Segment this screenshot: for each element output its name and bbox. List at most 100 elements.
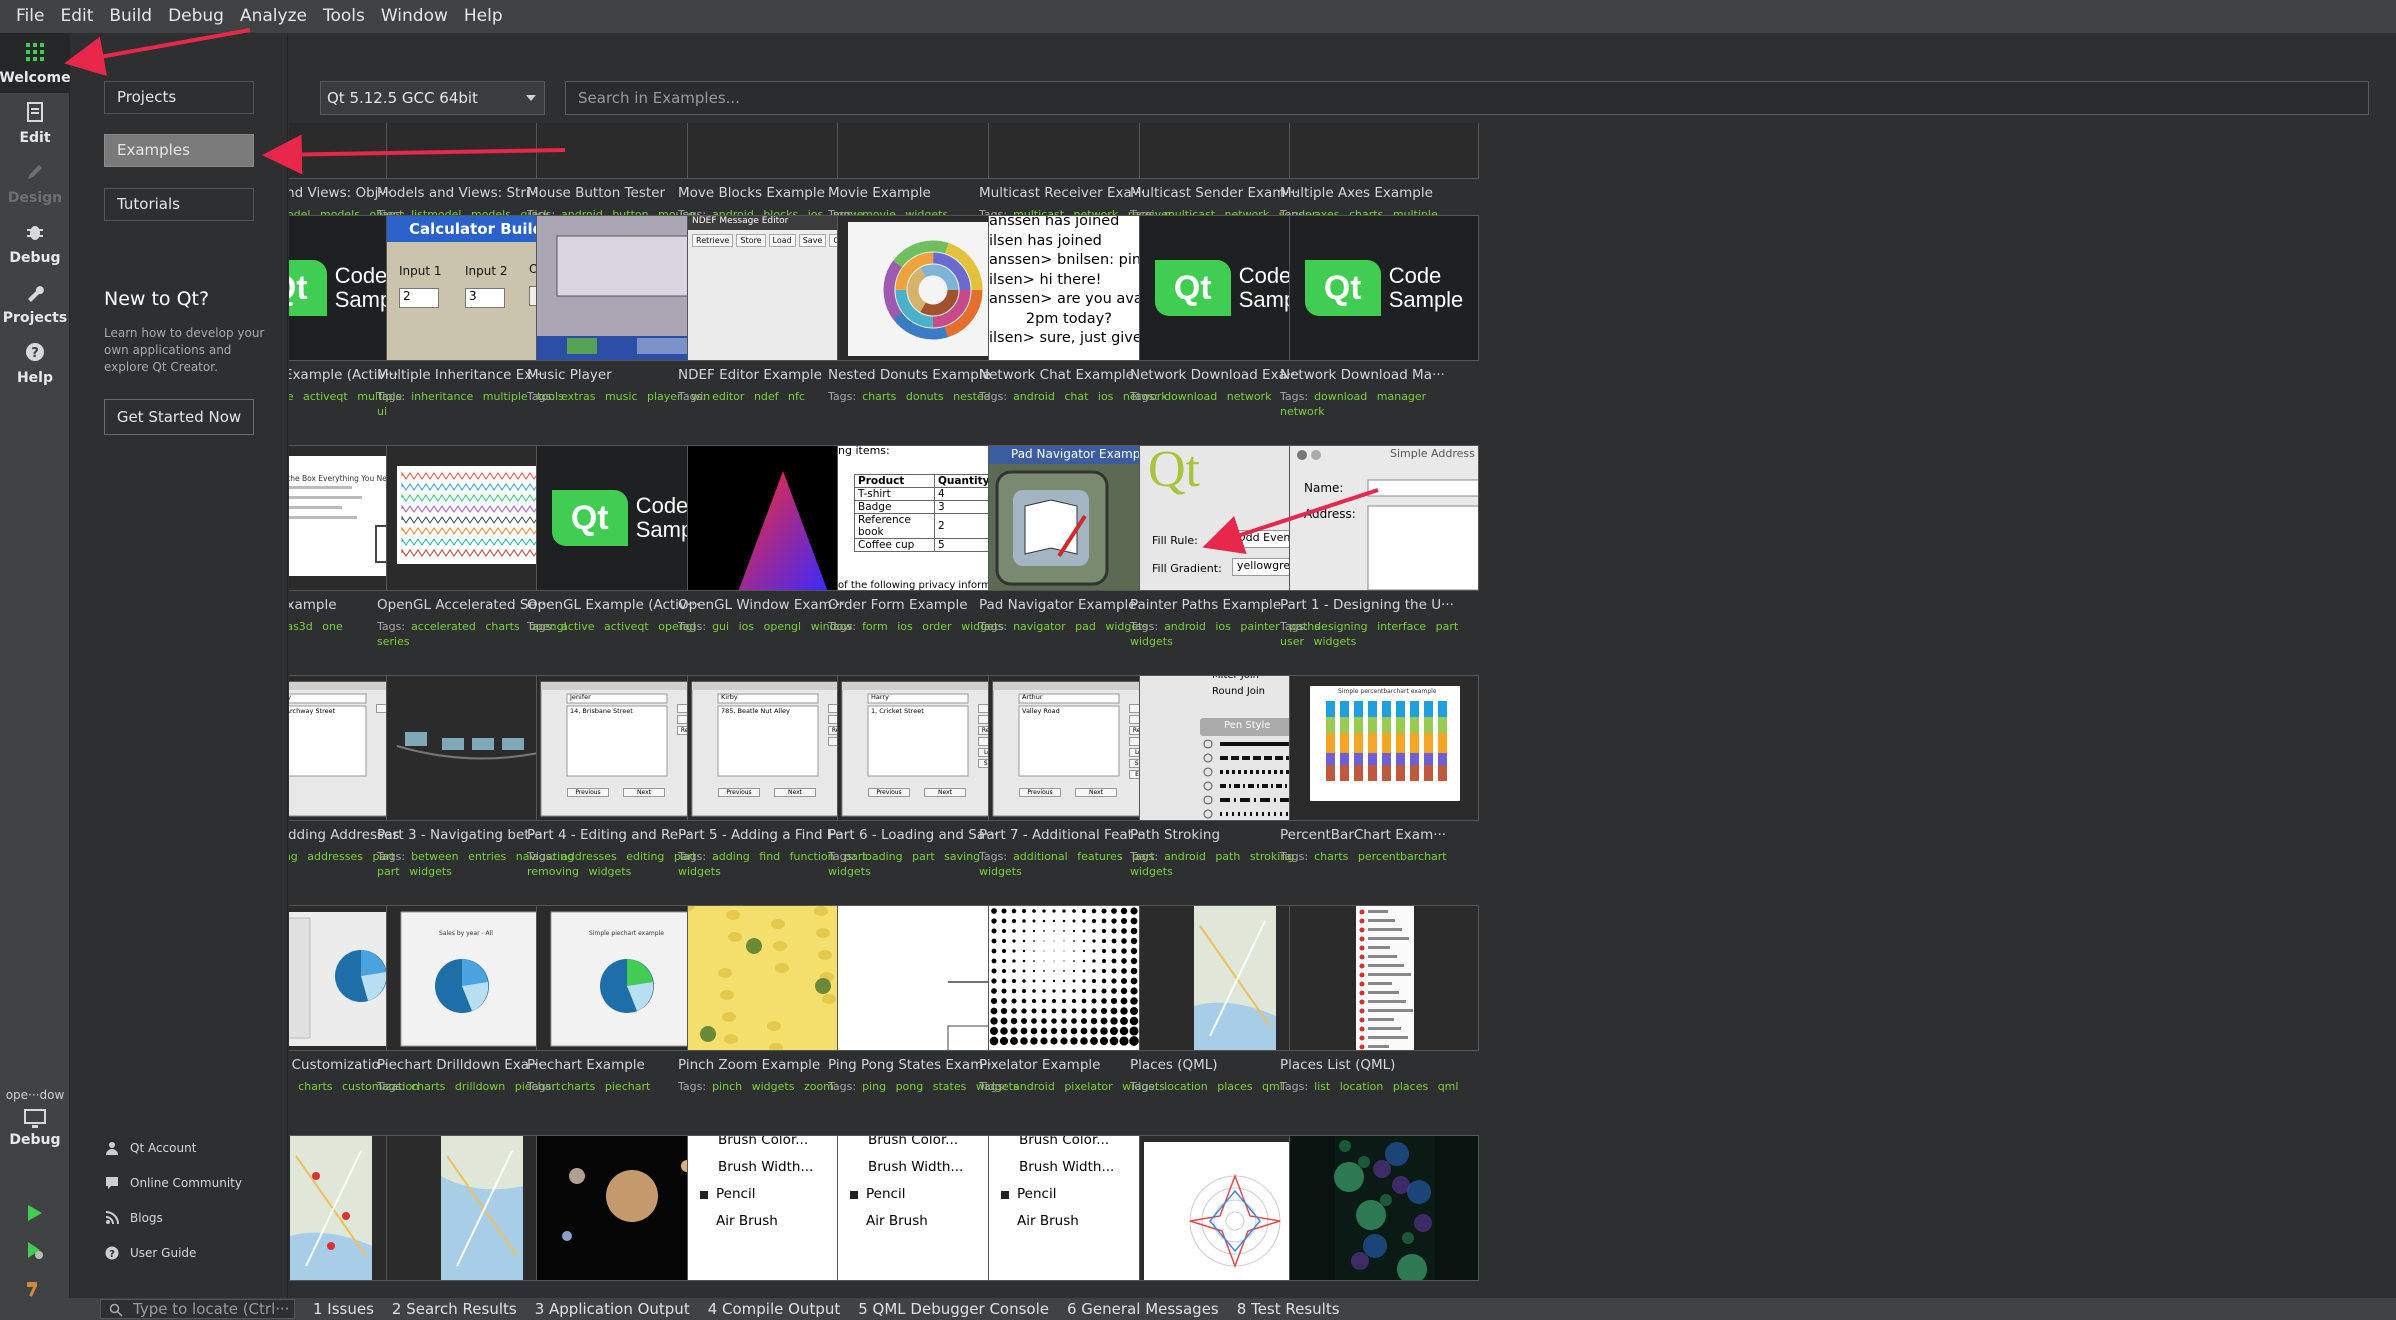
tag-link[interactable]: download [1314,390,1367,403]
tag-link[interactable]: adding [712,850,750,863]
menu-tools[interactable]: Tools [315,0,373,33]
tag-link[interactable]: interface [1377,620,1426,633]
menu-file[interactable]: File [8,0,52,33]
example-tile[interactable]: Places List (QML) Tags: list location plac… [1280,905,1500,1135]
tag-link[interactable]: places [1393,1080,1428,1093]
tag-link[interactable]: pixelator [1064,1080,1112,1093]
menu-edit[interactable]: Edit [52,0,101,33]
tutorials-button[interactable]: Tutorials [104,188,254,221]
tag-link[interactable]: loading [862,850,903,863]
tag-link[interactable]: entries [468,850,506,863]
build-hammer-icon[interactable] [24,1278,46,1300]
tag-link[interactable]: part [912,850,935,863]
tag-link[interactable]: one [322,620,342,633]
tag-link[interactable]: part [377,865,400,878]
tag-link[interactable]: chat [1064,390,1088,403]
tag-link[interactable]: opengl [764,620,802,633]
tag-link[interactable]: charts [1314,850,1348,863]
projects-button[interactable]: Projects [104,81,254,114]
example-title[interactable]: Places List (QML) [1280,1057,1480,1073]
tag-link[interactable]: drilldown [455,1080,505,1093]
tag-link[interactable]: path [1215,850,1240,863]
tag-link[interactable]: removing [527,865,579,878]
link-online-community[interactable]: Online Community [104,1173,242,1193]
mode-projects[interactable]: Projects [0,273,70,333]
tag-link[interactable]: designing [1314,620,1368,633]
tag-link[interactable]: ios [1215,620,1231,633]
example-tile[interactable]: Qt Code Sample Network Download Ma··· Tags: d… [1280,215,1500,445]
tag-link[interactable]: widgets [1130,865,1173,878]
examples-search-input[interactable]: Search in Examples... [565,81,2369,115]
tag-link[interactable]: editor [712,390,744,403]
example-thumbnail[interactable]: Simple percentbarchart example [1289,675,1479,821]
tag-link[interactable]: nfc [788,390,805,403]
tag-link[interactable]: android [1164,620,1206,633]
tag-link[interactable]: active [289,390,294,403]
tag-link[interactable]: addresses [307,850,363,863]
tag-link[interactable]: editing [626,850,664,863]
tag-link[interactable]: navigator [1013,620,1066,633]
tag-link[interactable]: places [1217,1080,1252,1093]
tag-link[interactable]: pad [1075,620,1096,633]
tag-link[interactable]: ios [897,620,913,633]
tag-link[interactable]: ndef [754,390,779,403]
tag-link[interactable]: widgets [1314,635,1357,648]
tag-link[interactable]: activeqt [303,390,348,403]
tag-link[interactable]: widgets [1130,635,1173,648]
mode-edit[interactable]: Edit [0,93,70,153]
example-title[interactable]: Part 1 - Designing the U··· [1280,597,1480,613]
example-thumbnail[interactable] [1289,905,1479,1051]
mode-design[interactable]: Design [0,153,70,213]
tag-link[interactable]: between [411,850,459,863]
tag-link[interactable]: widgets [409,865,452,878]
tag-link[interactable]: painter [1240,620,1279,633]
tag-link[interactable]: multiple [483,390,528,403]
tag-link[interactable]: ios [1098,390,1114,403]
tag-link[interactable]: qml [1438,1080,1459,1093]
tag-link[interactable]: donuts [906,390,944,403]
tag-link[interactable]: music [605,390,638,403]
tag-link[interactable]: series [377,635,410,648]
menu-build[interactable]: Build [101,0,160,33]
example-thumbnail[interactable] [1289,1135,1479,1281]
tag-link[interactable]: player [647,390,682,403]
tag-link[interactable]: inheritance [411,390,473,403]
tag-link[interactable]: manager [1377,390,1426,403]
qt-version-select[interactable]: Qt 5.12.5 GCC 64bit [320,81,545,115]
tag-link[interactable]: location [1340,1080,1384,1093]
tag-link[interactable]: charts [298,1080,332,1093]
tag-link[interactable]: charts [411,1080,445,1093]
output-pane-button[interactable]: 6 General Messages [1067,1300,1219,1318]
locator-input[interactable]: Type to locate (Ctrl··· [100,1299,295,1319]
tag-link[interactable]: charts [485,620,519,633]
output-pane-button[interactable]: 5 QML Debugger Console [858,1300,1049,1318]
tag-link[interactable]: ping [862,1080,886,1093]
tag-link[interactable]: form [862,620,888,633]
tag-link[interactable]: user [1280,635,1304,648]
tag-link[interactable]: features [1077,850,1122,863]
debug-run-icon[interactable] [24,1240,46,1262]
output-pane-button[interactable]: 8 Test Results [1237,1300,1340,1318]
tag-link[interactable]: widgets [752,1080,795,1093]
example-tile[interactable]: Simple percentbarchart example PercentBar… [1280,675,1500,905]
tag-link[interactable]: location [1164,1080,1208,1093]
tag-link[interactable]: percentbarchart [1358,850,1447,863]
example-tile[interactable]: Simple Address Name: Address: Part 1 - Desi… [1280,445,1500,675]
tag-link[interactable]: widgets [589,865,632,878]
mode-help[interactable]: ? Help [0,333,70,393]
link-user-guide[interactable]: ? User Guide [104,1243,196,1263]
tag-link[interactable]: download [1164,390,1217,403]
mode-welcome[interactable]: Welcome [0,33,71,93]
tag-link[interactable]: ui [377,405,387,418]
tag-link[interactable]: android [1013,390,1055,403]
tag-link[interactable]: piechart [605,1080,650,1093]
tag-link[interactable]: charts [862,390,896,403]
tag-link[interactable]: extras [561,390,595,403]
output-pane-button[interactable]: 4 Compile Output [708,1300,841,1318]
link-blogs[interactable]: Blogs [104,1208,163,1228]
tag-link[interactable]: additional [1013,850,1068,863]
tag-link[interactable]: part [1436,620,1459,633]
run-icon[interactable] [24,1203,46,1225]
tag-link[interactable]: find [759,850,780,863]
tag-link[interactable]: android [1164,850,1206,863]
